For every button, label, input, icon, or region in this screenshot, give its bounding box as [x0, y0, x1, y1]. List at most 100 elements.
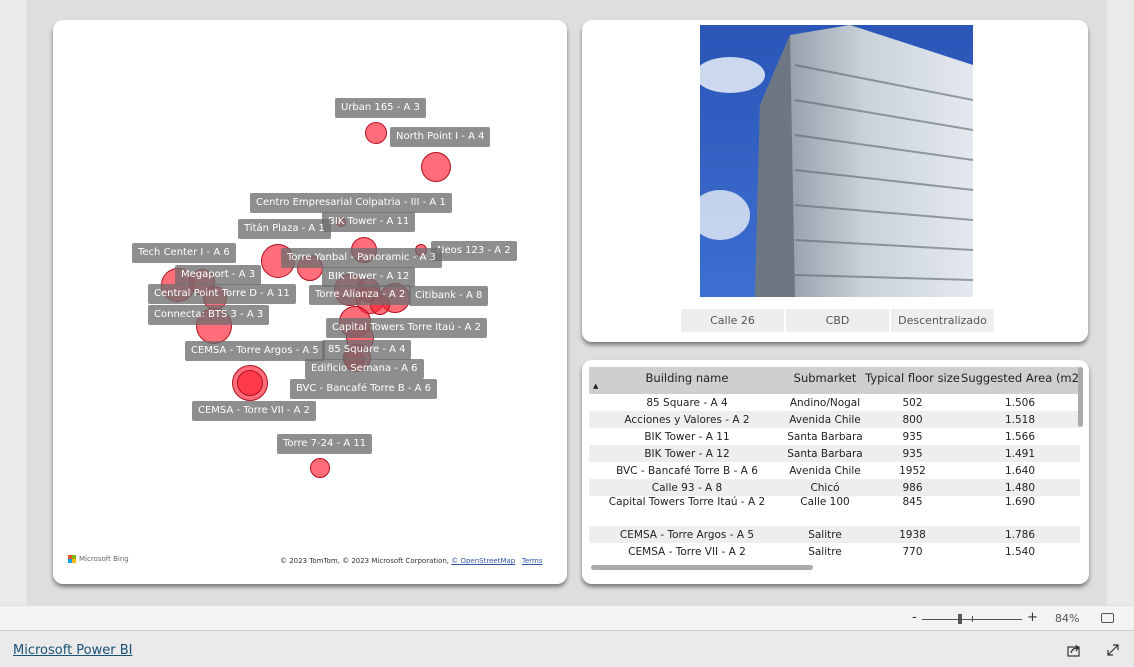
- table-cell: Avenida Chile: [789, 464, 861, 477]
- share-icon[interactable]: [1067, 643, 1081, 657]
- map-label: Connecta: BTS 3 - A 3: [148, 305, 270, 325]
- table-cell: Calle 93 - A 8: [589, 479, 785, 496]
- table-cell: Salitre: [785, 526, 865, 543]
- building-bubble[interactable]: [365, 122, 387, 144]
- terms-link[interactable]: Terms: [522, 557, 543, 565]
- footer: Microsoft Power BI: [0, 630, 1134, 667]
- table-row[interactable]: Calle 93 - A 8 Chicó 986 1.480: [589, 479, 1080, 496]
- map-label: BIK Tower - A 11: [322, 212, 416, 232]
- map-label: North Point I - A 4: [390, 127, 491, 147]
- building-bubble[interactable]: [421, 152, 451, 182]
- table-cell: 85 Square - A 4: [646, 396, 728, 409]
- table-row[interactable]: CEMSA - Torre VII - A 2 Salitre 770 1.540: [589, 543, 1080, 560]
- table-cell: 502: [902, 396, 923, 409]
- buildings-table: Building name ▲ Submarket Typical floor siz…: [589, 367, 1080, 560]
- map-label: Citibank - A 8: [409, 286, 489, 306]
- table-row[interactable]: BIK Tower - A 11 Santa Barbara 935 1.566: [589, 428, 1080, 445]
- bing-logo: Microsoft Bing: [68, 555, 129, 563]
- vertical-scrollbar[interactable]: [1078, 367, 1083, 427]
- zoom-slider-thumb[interactable]: [958, 614, 962, 624]
- table-cell: CEMSA - Torre Argos - A 5: [589, 526, 785, 543]
- building-bubble[interactable]: [310, 458, 330, 478]
- zoom-default-tick: [972, 616, 973, 622]
- fit-to-page-icon[interactable]: [1101, 613, 1114, 623]
- table-cell: 1.480: [960, 479, 1080, 496]
- column-header[interactable]: Building name ▲: [589, 367, 785, 394]
- map-label: BIK Tower - A 12: [322, 267, 416, 287]
- table-row[interactable]: BIK Tower - A 12 Santa Barbara 935 1.491: [589, 445, 1080, 462]
- table-cell: 1938: [865, 526, 960, 543]
- map-visual[interactable]: Urban 165 - A 3 North Point I - A 4 Centro…: [53, 20, 567, 584]
- map-label: Central Point Torre D - A 11: [148, 284, 296, 304]
- column-header-label: Building name: [645, 371, 729, 385]
- power-bi-link[interactable]: Microsoft Power BI: [13, 643, 132, 658]
- table-cell: 845: [902, 496, 923, 508]
- bing-text: Microsoft Bing: [79, 555, 129, 563]
- zoom-in-button[interactable]: +: [1027, 610, 1038, 625]
- table-cell: BIK Tower - A 12: [589, 445, 785, 462]
- table-cell: 1.566: [1004, 430, 1036, 443]
- column-header-label: Suggested Area (m2: [961, 371, 1079, 385]
- table-cell: 1.506: [1004, 396, 1036, 409]
- osm-link[interactable]: © OpenStreetMap: [451, 557, 515, 565]
- zoom-slider[interactable]: [922, 614, 1022, 624]
- table-cell: 1.518: [960, 411, 1080, 428]
- table-cell: 935: [902, 430, 923, 443]
- map-label: Tech Center I - A 6: [132, 243, 236, 263]
- table-cell: 935: [865, 445, 960, 462]
- map-label: Urban 165 - A 3: [335, 98, 426, 118]
- table-cell: BVC - Bancafé Torre B - A 6: [616, 464, 758, 477]
- map-label: Megaport - A 3: [175, 265, 262, 285]
- microsoft-logo-icon: [68, 555, 76, 563]
- sort-ascending-icon: ▲: [593, 382, 599, 390]
- tag-calle-26[interactable]: Calle 26: [681, 309, 784, 332]
- map-label: Torre 7-24 - A 11: [277, 434, 373, 454]
- map-label: CEMSA - Torre VII - A 2: [192, 401, 317, 421]
- table-row[interactable]: BVC - Bancafé Torre B - A 6 Avenida Chile…: [589, 462, 1080, 479]
- tag-cbd[interactable]: CBD: [786, 309, 889, 332]
- building-photo: [700, 25, 973, 297]
- table-cell: 1.690: [1004, 496, 1036, 508]
- table-cell: Acciones y Valores - A 2: [589, 411, 785, 428]
- copyright-text: © 2023 TomTom, © 2023 Microsoft Corporat…: [280, 557, 452, 565]
- table-row[interactable]: Acciones y Valores - A 2 Avenida Chile 800…: [589, 411, 1080, 428]
- table-cell: BIK Tower - A 11: [644, 430, 730, 443]
- tag-descentralizado[interactable]: Descentralizado: [891, 309, 994, 332]
- table-cell: Calle 100: [800, 496, 850, 508]
- column-header[interactable]: Submarket: [785, 367, 865, 394]
- fullscreen-icon[interactable]: [1106, 643, 1120, 657]
- table-cell: 770: [902, 545, 923, 558]
- table-row[interactable]: Capital Towers Torre Itaú - A 2 Calle 100…: [589, 496, 1080, 526]
- column-header[interactable]: Typical floor size: [865, 367, 960, 394]
- map-label: CEMSA - Torre Argos - A 5: [185, 341, 325, 361]
- table-cell: Capital Towers Torre Itaú - A 2: [608, 496, 766, 508]
- table-row[interactable]: CEMSA - Torre Argos - A 5 Salitre 1938 1.78…: [589, 526, 1080, 543]
- building-bubble[interactable]: [237, 370, 263, 396]
- zoom-percent: 84%: [1055, 612, 1080, 625]
- column-header[interactable]: Suggested Area (m2: [960, 367, 1080, 394]
- map-label: 85 Square - A 4: [322, 340, 412, 360]
- column-header-label: Submarket: [793, 371, 857, 385]
- table-cell: 1.540: [1004, 545, 1036, 558]
- table-cell: Santa Barbara: [785, 445, 865, 462]
- map-label: Edificio Semana - A 6: [305, 359, 424, 379]
- map-label: Torre Alianza - A 2: [309, 285, 412, 305]
- table-row[interactable]: 85 Square - A 4 Andino/Nogal 502 1.506: [589, 394, 1080, 411]
- zoom-out-button[interactable]: -: [912, 610, 917, 625]
- table-cell: Chicó: [785, 479, 865, 496]
- table-cell: 800: [865, 411, 960, 428]
- horizontal-scrollbar[interactable]: [591, 565, 813, 570]
- table-cell: Salitre: [808, 545, 842, 558]
- map-label: Capital Towers Torre Itaú - A 2: [326, 318, 487, 338]
- table-cell: CEMSA - Torre VII - A 2: [628, 545, 746, 558]
- map-attribution: © 2023 TomTom, © 2023 Microsoft Corporat…: [280, 557, 543, 565]
- table-cell: 1.640: [1004, 464, 1036, 477]
- column-header-label: Typical floor size: [865, 371, 960, 385]
- table-cell: 1.491: [960, 445, 1080, 462]
- table-cell: 986: [865, 479, 960, 496]
- map-label: Neos 123 - A 2: [431, 241, 517, 261]
- table-cell: Santa Barbara: [787, 430, 863, 443]
- table-cell: 1.786: [960, 526, 1080, 543]
- zoom-bar: - + 84%: [0, 605, 1134, 630]
- table-visual: Building name ▲ Submarket Typical floor siz…: [582, 360, 1089, 584]
